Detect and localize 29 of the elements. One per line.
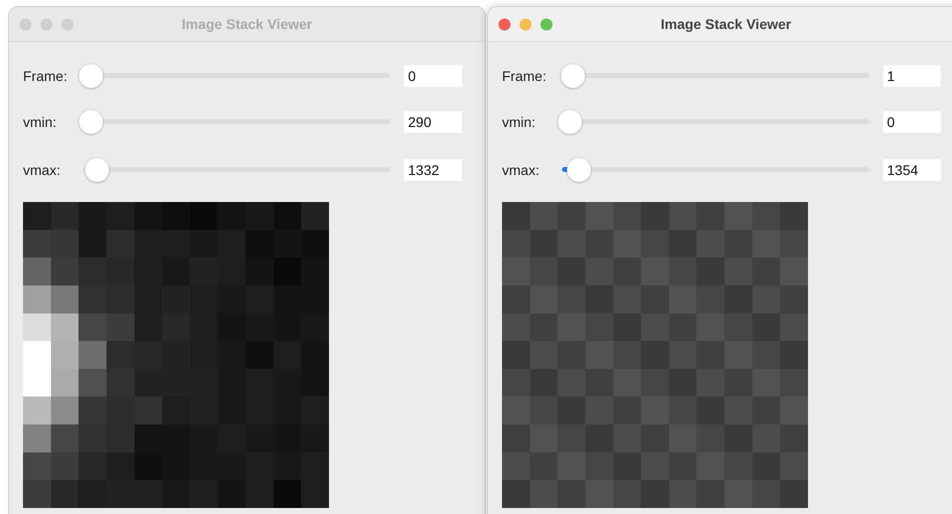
- window-control-icon[interactable]: [540, 18, 553, 30]
- value-field[interactable]: 290: [404, 111, 462, 133]
- value-field[interactable]: 0: [883, 111, 941, 133]
- window-control-icon[interactable]: [19, 18, 32, 30]
- window-control-icon[interactable]: [61, 18, 74, 30]
- slider-thumb[interactable]: [79, 110, 103, 134]
- slider[interactable]: [79, 63, 390, 89]
- window-control-icon[interactable]: [519, 18, 532, 30]
- slider-thumb[interactable]: [84, 158, 109, 182]
- slider-thumb[interactable]: [79, 64, 103, 88]
- slider-label: Frame:: [502, 68, 548, 84]
- slider-label: vmin:: [23, 114, 58, 130]
- slider-thumb[interactable]: [558, 110, 582, 134]
- value-field[interactable]: 1: [883, 65, 941, 87]
- window-title: Image Stack Viewer: [660, 16, 792, 32]
- slider-thumb[interactable]: [566, 158, 591, 182]
- slider-label: Frame:: [23, 68, 68, 84]
- value-field[interactable]: 1332: [404, 159, 462, 181]
- slider-label: vmax:: [23, 162, 62, 178]
- slider[interactable]: [79, 109, 390, 135]
- window-title: Image Stack Viewer: [182, 16, 312, 32]
- slider[interactable]: [558, 109, 869, 135]
- slider-thumb[interactable]: [560, 64, 585, 88]
- value-field[interactable]: 1354: [883, 159, 941, 181]
- window-control-icon[interactable]: [40, 18, 53, 30]
- value-field[interactable]: 0: [404, 65, 462, 87]
- slider-label: vmin:: [502, 114, 536, 130]
- slider-label: vmax:: [502, 162, 540, 178]
- window-control-icon[interactable]: [498, 18, 511, 30]
